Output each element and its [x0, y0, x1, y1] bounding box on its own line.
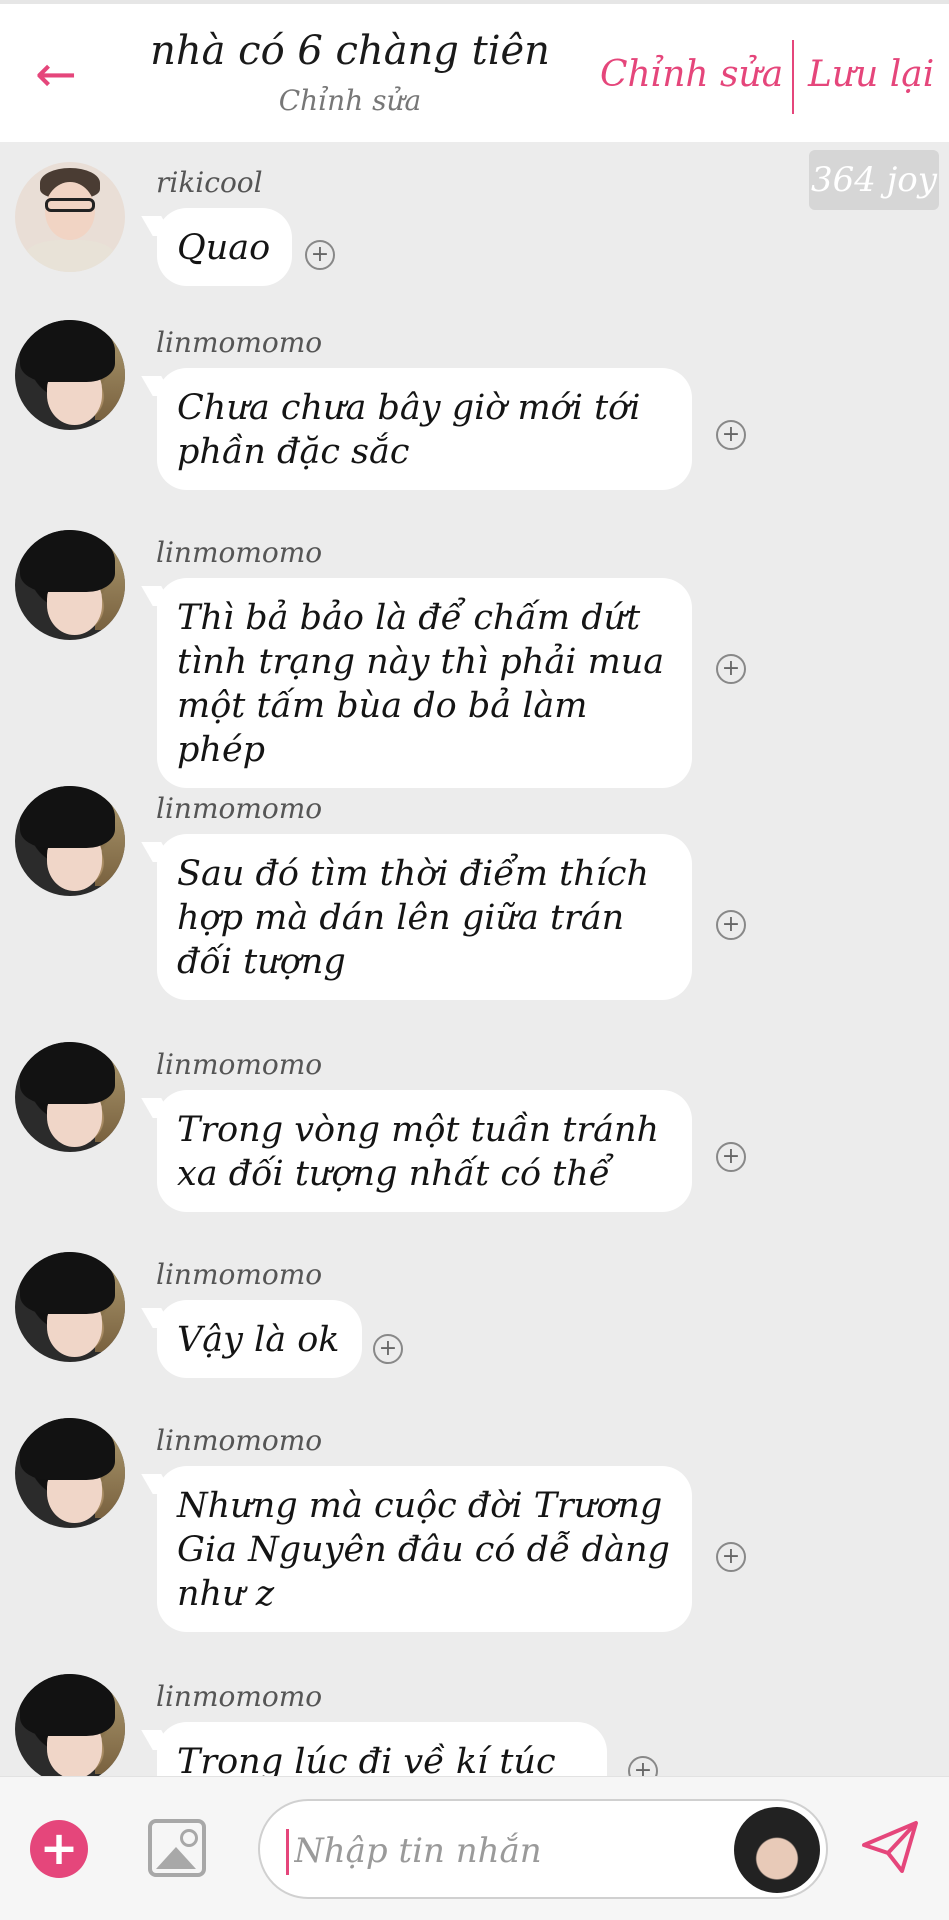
add-reaction-button[interactable]: + [628, 1756, 658, 1776]
chat-subtitle[interactable]: Chỉnh sửa [140, 84, 560, 117]
message-username: linmomomo [156, 1048, 323, 1081]
add-attachment-button[interactable]: + [30, 1820, 88, 1878]
message-input-container[interactable] [258, 1799, 828, 1899]
add-reaction-button[interactable]: + [716, 420, 746, 450]
avatar[interactable] [15, 1252, 125, 1362]
sticker-button[interactable] [734, 1807, 820, 1893]
avatar[interactable] [15, 530, 125, 640]
message-bubble[interactable]: Thì bả bảo là để chấm dứt tình trạng này… [157, 578, 692, 788]
message-username: linmomomo [156, 792, 323, 825]
text-caret [286, 1829, 289, 1875]
add-reaction-button[interactable]: + [305, 240, 335, 270]
composer-bar: + [0, 1776, 949, 1920]
avatar[interactable] [15, 786, 125, 896]
add-reaction-button[interactable]: + [716, 910, 746, 940]
chat-title: nhà có 6 chàng tiên [150, 28, 550, 74]
back-button[interactable]: ← [26, 44, 86, 104]
send-icon [862, 1821, 918, 1873]
message-bubble[interactable]: Vậy là ok [157, 1300, 362, 1378]
message-username: linmomomo [156, 1680, 323, 1713]
top-bar: ← nhà có 6 chàng tiên Chỉnh sửa Chỉnh sử… [0, 0, 949, 142]
message-bubble[interactable]: Chưa chưa bây giờ mới tới phần đặc sắc [157, 368, 692, 490]
message-username: linmomomo [156, 1424, 323, 1457]
add-reaction-button[interactable]: + [373, 1334, 403, 1364]
edit-button[interactable]: Chỉnh sửa [600, 54, 783, 95]
message-bubble[interactable]: Trong lúc đi về kí túc xá [157, 1722, 607, 1776]
message-username: linmomomo [156, 536, 323, 569]
chat-title-area: nhà có 6 chàng tiên Chỉnh sửa [140, 28, 560, 117]
message-list[interactable]: 364 joy rikicool Quao + linmomomo Chưa c… [0, 146, 949, 1776]
avatar[interactable] [15, 1042, 125, 1152]
plus-icon: + [39, 1821, 79, 1875]
save-button[interactable]: Lưu lại [808, 54, 934, 95]
message-bubble[interactable]: Quao [157, 208, 293, 286]
add-reaction-button[interactable]: + [716, 654, 746, 684]
avatar[interactable] [15, 162, 125, 272]
message-username: rikicool [156, 166, 263, 199]
arrow-left-icon: ← [35, 45, 77, 103]
message-username: linmomomo [156, 326, 323, 359]
send-button[interactable] [858, 1815, 922, 1879]
message-bubble[interactable]: Sau đó tìm thời điểm thích hợp mà dán lê… [157, 834, 692, 1000]
message-bubble[interactable]: Trong vòng một tuần tránh xa đối tượng n… [157, 1090, 692, 1212]
add-reaction-button[interactable]: + [716, 1142, 746, 1172]
image-icon[interactable] [148, 1819, 206, 1877]
message-input[interactable] [294, 1827, 714, 1875]
avatar[interactable] [15, 1674, 125, 1776]
avatar[interactable] [15, 320, 125, 430]
joy-badge: 364 joy [809, 150, 939, 210]
message-username: linmomomo [156, 1258, 323, 1291]
add-reaction-button[interactable]: + [716, 1542, 746, 1572]
avatar[interactable] [15, 1418, 125, 1528]
message-bubble[interactable]: Nhưng mà cuộc đời Trương Gia Nguyên đâu … [157, 1466, 692, 1632]
header-divider [792, 40, 794, 114]
